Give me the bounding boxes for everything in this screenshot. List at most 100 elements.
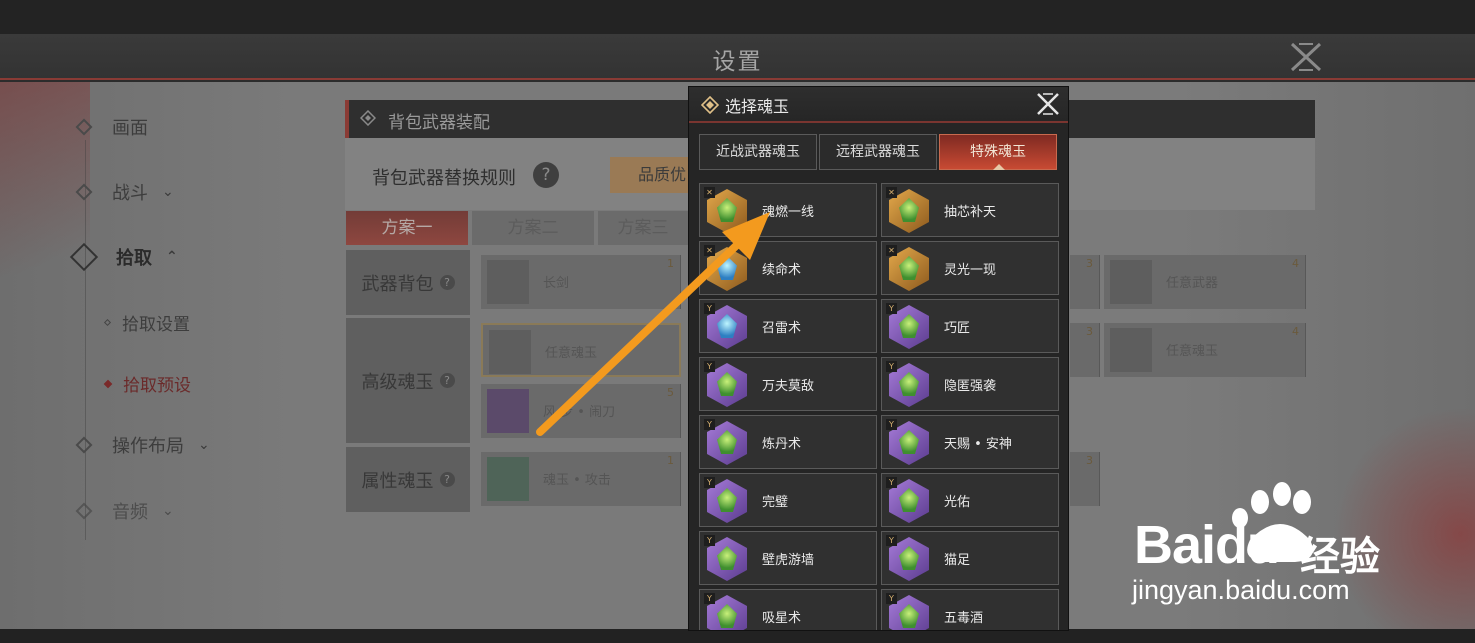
- equip-slot[interactable]: 任意武器 4: [1104, 255, 1306, 309]
- diamond-icon: [360, 110, 376, 126]
- bullet-icon: [103, 318, 112, 327]
- watermark-url: jingyan.baidu.com: [1132, 575, 1350, 605]
- jade-card[interactable]: Y 吸星术: [699, 589, 877, 630]
- tab-label: 特殊魂玉: [970, 144, 1026, 160]
- watermark-brand: Baidu: [1134, 515, 1280, 575]
- sidebar-subitem-pickup-settings[interactable]: 拾取设置: [103, 310, 190, 335]
- jade-name: 隐匿强袭: [944, 379, 997, 394]
- slot-number: 3: [1086, 257, 1093, 270]
- sidebar-item-label: 拾取: [116, 248, 152, 269]
- sidebar-item-audio[interactable]: 音频 ⌄: [75, 498, 174, 524]
- close-icon[interactable]: [1035, 91, 1061, 117]
- help-icon[interactable]: ?: [439, 373, 455, 388]
- jade-name: 吸星术: [762, 611, 802, 626]
- row-label-text: 高级魂玉: [361, 371, 434, 393]
- select-jade-dialog: 选择魂玉 近战武器魂玉 远程武器魂玉 特殊魂玉 ✕ 魂燃一线 ✕ 抽芯补天 ✕ 续命术 ✕ 灵…: [688, 86, 1069, 631]
- jade-card[interactable]: Y 光佑: [881, 473, 1059, 527]
- top-strip: [0, 0, 1475, 34]
- jade-card[interactable]: Y 五毒酒: [881, 589, 1059, 630]
- equip-slot[interactable]: 3: [1070, 255, 1100, 309]
- jade-card[interactable]: Y 天赐 • 安神: [881, 415, 1059, 469]
- diamond-icon: [75, 436, 93, 454]
- sidebar-item-label: 音频: [112, 502, 148, 523]
- jade-card[interactable]: Y 完璧: [699, 473, 877, 527]
- rarity-tag-icon: ✕: [886, 187, 897, 198]
- rarity-tag-icon: Y: [886, 477, 897, 488]
- jade-card[interactable]: Y 炼丹术: [699, 415, 877, 469]
- jade-card[interactable]: ✕ 魂燃一线: [699, 183, 877, 237]
- equip-slot[interactable]: 风 步 • 闹刀 5: [481, 384, 681, 438]
- jade-card[interactable]: ✕ 抽芯补天: [881, 183, 1059, 237]
- jade-card[interactable]: ✕ 灵光一现: [881, 241, 1059, 295]
- jade-name: 猫足: [944, 553, 971, 568]
- row-label-text: 属性魂玉: [361, 470, 434, 492]
- diamond-icon: [75, 118, 93, 136]
- jade-name: 天赐 • 安神: [944, 437, 1012, 452]
- sidebar-item-label: 画面: [112, 118, 148, 139]
- jade-name: 壁虎游墙: [762, 553, 815, 568]
- active-caret-icon: [993, 164, 1005, 170]
- jade-name: 完璧: [762, 495, 789, 510]
- sidebar-item-label: 操作布局: [112, 436, 184, 457]
- equip-slot[interactable]: 3: [1070, 323, 1100, 377]
- rarity-tag-icon: Y: [886, 593, 897, 604]
- jade-name: 魂燃一线: [762, 205, 815, 220]
- tab-plan-3[interactable]: 方案三: [598, 211, 688, 245]
- rarity-tag-icon: Y: [886, 535, 897, 546]
- close-icon[interactable]: [1288, 40, 1324, 74]
- jade-name: 续命术: [762, 263, 802, 278]
- rarity-tag-icon: Y: [886, 361, 897, 372]
- jade-name: 召雷术: [762, 321, 802, 336]
- rule-label: 背包武器替换规则: [372, 168, 516, 189]
- equip-slot[interactable]: 魂玉 • 攻击 1: [481, 452, 681, 506]
- slot-number: 4: [1292, 325, 1299, 338]
- slot-number: 5: [667, 386, 674, 399]
- sidebar-item-combat[interactable]: 战斗 ⌄: [75, 179, 174, 205]
- rarity-tag-icon: Y: [886, 419, 897, 430]
- jade-placeholder-icon: [489, 330, 531, 374]
- rarity-tag-icon: Y: [704, 535, 715, 546]
- slot-label: 任意魂玉: [545, 346, 598, 361]
- slot-number: 4: [1292, 257, 1299, 270]
- sidebar-subitem-label: 拾取设置: [122, 315, 190, 335]
- tab-melee-jade[interactable]: 近战武器魂玉: [699, 134, 817, 170]
- jade-card[interactable]: Y 壁虎游墙: [699, 531, 877, 585]
- equip-slot[interactable]: 长剑 1: [481, 255, 681, 309]
- jade-name: 抽芯补天: [944, 205, 997, 220]
- jade-name: 炼丹术: [762, 437, 802, 452]
- jade-card[interactable]: Y 召雷术: [699, 299, 877, 353]
- slot-label: 任意武器: [1166, 276, 1219, 291]
- help-icon[interactable]: ?: [533, 162, 559, 188]
- jade-card[interactable]: ✕ 续命术: [699, 241, 877, 295]
- tab-plan-2[interactable]: 方案二: [472, 211, 594, 245]
- help-icon[interactable]: ?: [439, 472, 455, 487]
- diamond-icon: [75, 183, 93, 201]
- tab-special-jade[interactable]: 特殊魂玉: [939, 134, 1057, 170]
- slot-label: 任意魂玉: [1166, 344, 1219, 359]
- tab-ranged-jade[interactable]: 远程武器魂玉: [819, 134, 937, 170]
- sidebar-item-pickup[interactable]: 拾取 ⌃: [69, 242, 178, 272]
- jade-placeholder-icon: [1110, 328, 1152, 372]
- jade-card[interactable]: Y 万夫莫敌: [699, 357, 877, 411]
- help-icon[interactable]: ?: [439, 275, 455, 290]
- tab-label: 近战武器魂玉: [716, 144, 800, 160]
- jade-card[interactable]: Y 巧匠: [881, 299, 1059, 353]
- sidebar-subitem-pickup-presets[interactable]: 拾取预设: [103, 371, 191, 396]
- sidebar-item-display[interactable]: 画面: [75, 114, 148, 140]
- rarity-tag-icon: Y: [886, 303, 897, 314]
- rule-dropdown[interactable]: 品质优: [610, 157, 700, 193]
- jade-icon: [487, 457, 529, 501]
- slot-number: 1: [667, 454, 674, 467]
- row-label-weapon-bag: 武器背包 ?: [346, 250, 470, 315]
- sidebar-item-layout[interactable]: 操作布局 ⌄: [75, 432, 210, 458]
- equip-slot[interactable]: 任意魂玉 4: [1104, 323, 1306, 377]
- page-title: 设置: [712, 49, 763, 75]
- equip-slot[interactable]: 任意魂玉: [481, 323, 681, 377]
- rarity-tag-icon: Y: [704, 419, 715, 430]
- jade-name: 灵光一现: [944, 263, 997, 278]
- jade-card[interactable]: Y 猫足: [881, 531, 1059, 585]
- tab-plan-1[interactable]: 方案一: [346, 211, 468, 245]
- jade-name: 五毒酒: [944, 611, 984, 626]
- jade-card[interactable]: Y 隐匿强袭: [881, 357, 1059, 411]
- equip-slot[interactable]: 3: [1070, 452, 1100, 506]
